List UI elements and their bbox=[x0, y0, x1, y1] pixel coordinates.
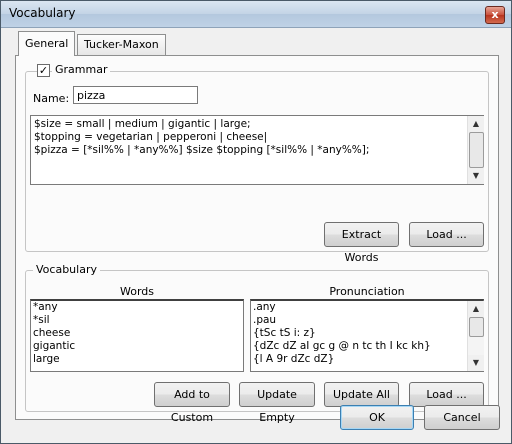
list-item[interactable]: {tSc tS i: z} bbox=[251, 327, 483, 340]
list-item[interactable]: {dZc dZ aI gc g @ n tc th I kc kh} bbox=[251, 340, 483, 353]
grammar-scroll-thumb[interactable] bbox=[469, 132, 484, 168]
tab-tucker-maxon[interactable]: Tucker-Maxon bbox=[77, 34, 166, 55]
grammar-load-button[interactable]: Load ... bbox=[409, 222, 484, 247]
tab-general[interactable]: General bbox=[18, 31, 76, 56]
update-all-button[interactable]: Update All bbox=[324, 382, 399, 407]
general-tab-panel: ✓ Grammar Name: $size = small | medium |… bbox=[15, 55, 499, 424]
extract-words-button[interactable]: Extract Words bbox=[324, 222, 399, 264]
pronunciation-listbox[interactable]: .any .pau {tSc tS i: z} {dZc dZ aI gc g … bbox=[250, 299, 484, 372]
pronunciation-scrollbar[interactable]: ▲ ▼ bbox=[467, 301, 484, 371]
scroll-up-icon[interactable]: ▲ bbox=[468, 116, 484, 132]
scroll-down-icon[interactable]: ▼ bbox=[468, 355, 484, 371]
vocabulary-load-button[interactable]: Load ... bbox=[409, 382, 484, 407]
tab-general-label: General bbox=[25, 37, 69, 50]
grammar-group-label: Grammar bbox=[52, 63, 111, 76]
pronunciation-scroll-thumb[interactable] bbox=[469, 317, 484, 337]
list-item[interactable]: *any bbox=[31, 301, 243, 314]
tab-tucker-maxon-label: Tucker-Maxon bbox=[84, 38, 159, 51]
words-column-header: Words bbox=[119, 285, 154, 298]
vocabulary-dialog: Vocabulary x General Tucker-Maxon ✓ Gram… bbox=[0, 0, 512, 444]
add-to-custom-button[interactable]: Add to Custom bbox=[154, 382, 230, 424]
words-listbox[interactable]: *any *sil cheese gigantic large bbox=[30, 299, 244, 372]
list-item[interactable]: cheese bbox=[31, 327, 243, 340]
window-title: Vocabulary bbox=[9, 6, 76, 20]
title-bar[interactable]: Vocabulary x bbox=[1, 1, 511, 28]
list-item[interactable]: {l A 9r dZc dZ} bbox=[251, 353, 483, 366]
scroll-down-icon[interactable]: ▼ bbox=[468, 168, 484, 184]
vocabulary-group-label: Vocabulary bbox=[33, 263, 100, 276]
close-icon[interactable]: x bbox=[485, 6, 505, 24]
dialog-client: General Tucker-Maxon ✓ Grammar Name: $si… bbox=[1, 28, 511, 443]
grammar-checkbox[interactable]: ✓ bbox=[37, 64, 50, 77]
grammar-scrollbar[interactable]: ▲ ▼ bbox=[467, 116, 484, 184]
list-item[interactable]: .pau bbox=[251, 314, 483, 327]
scroll-up-icon[interactable]: ▲ bbox=[468, 301, 484, 317]
update-empty-button[interactable]: Update Empty bbox=[239, 382, 315, 424]
name-input[interactable] bbox=[73, 86, 198, 104]
list-item[interactable]: gigantic bbox=[31, 340, 243, 353]
ok-button[interactable]: OK bbox=[340, 405, 414, 430]
name-label: Name: bbox=[33, 92, 70, 105]
cancel-button[interactable]: Cancel bbox=[424, 405, 500, 430]
list-item[interactable]: .any bbox=[251, 301, 483, 314]
grammar-textarea[interactable]: $size = small | medium | gigantic | larg… bbox=[30, 115, 484, 185]
list-item[interactable]: *sil bbox=[31, 314, 243, 327]
pronunciation-column-header: Pronunciation bbox=[329, 285, 405, 298]
list-item[interactable]: large bbox=[31, 353, 243, 366]
